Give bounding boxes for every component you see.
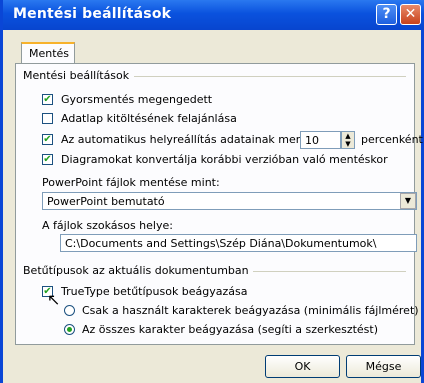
truetype-label: TrueType betűtípusok beágyazása — [61, 285, 248, 298]
autorecover-unit: percenként — [361, 133, 423, 146]
autorecover-minutes-input[interactable]: 10 — [300, 131, 341, 149]
tab-save[interactable]: Mentés — [21, 42, 75, 64]
group-save-divider — [134, 76, 406, 77]
tab-save-label: Mentés — [29, 47, 70, 60]
convert-diagrams-label: Diagramokat konvertálja korábbi verzióba… — [61, 153, 388, 166]
help-button[interactable]: ? — [376, 4, 397, 25]
fast-save-label: Gyorsmentés megengedett — [61, 93, 213, 106]
group-fonts-divider — [229, 271, 406, 272]
autorecover-label: Az automatikus helyreállítás adatainak m… — [61, 133, 327, 146]
used-chars-label: Csak a használt karakterek beágyazása (m… — [82, 304, 419, 317]
window-title: Mentési beállítások — [13, 6, 172, 22]
close-button[interactable]: ✕ — [400, 4, 421, 25]
form-fill-checkbox[interactable] — [42, 113, 53, 124]
autorecover-spinner[interactable]: ▲ ▼ — [341, 131, 355, 149]
all-chars-radio[interactable] — [64, 324, 75, 335]
fast-save-checkbox[interactable]: ✔ — [42, 94, 53, 105]
group-save-label: Mentési beállítások — [23, 69, 134, 82]
mouse-pointer-icon: ↖ — [47, 290, 61, 309]
save-as-label: PowerPoint fájlok mentése mint: — [42, 176, 220, 189]
ok-button[interactable]: OK — [265, 355, 340, 378]
save-options-dialog: Mentési beállítások ? ✕ Mentés Mentési b… — [0, 0, 424, 383]
save-as-select[interactable]: PowerPoint bemutató — [42, 192, 417, 210]
spin-down-icon[interactable]: ▼ — [342, 140, 354, 148]
group-fonts-label: Betűtípusok az aktuális dokumentumban — [23, 264, 253, 277]
cancel-button[interactable]: Mégse — [346, 355, 421, 378]
save-as-value: PowerPoint bemutató — [47, 195, 165, 208]
all-chars-label: Az összes karakter beágyazása (segíti a … — [82, 323, 379, 336]
autorecover-checkbox[interactable]: ✔ — [42, 134, 53, 145]
convert-diagrams-checkbox[interactable]: ✔ — [42, 154, 53, 165]
chevron-down-icon[interactable]: ▼ — [400, 193, 416, 209]
title-bar[interactable]: Mentési beállítások ? ✕ — [3, 0, 424, 30]
default-location-input[interactable]: C:\Documents and Settings\Szép Diána\Dok… — [60, 234, 417, 252]
spin-up-icon[interactable]: ▲ — [342, 132, 354, 140]
form-fill-label: Adatlap kitöltésének felajánlása — [61, 112, 237, 125]
default-location-label: A fájlok szokásos helye: — [42, 219, 173, 232]
used-chars-radio[interactable] — [64, 305, 75, 316]
